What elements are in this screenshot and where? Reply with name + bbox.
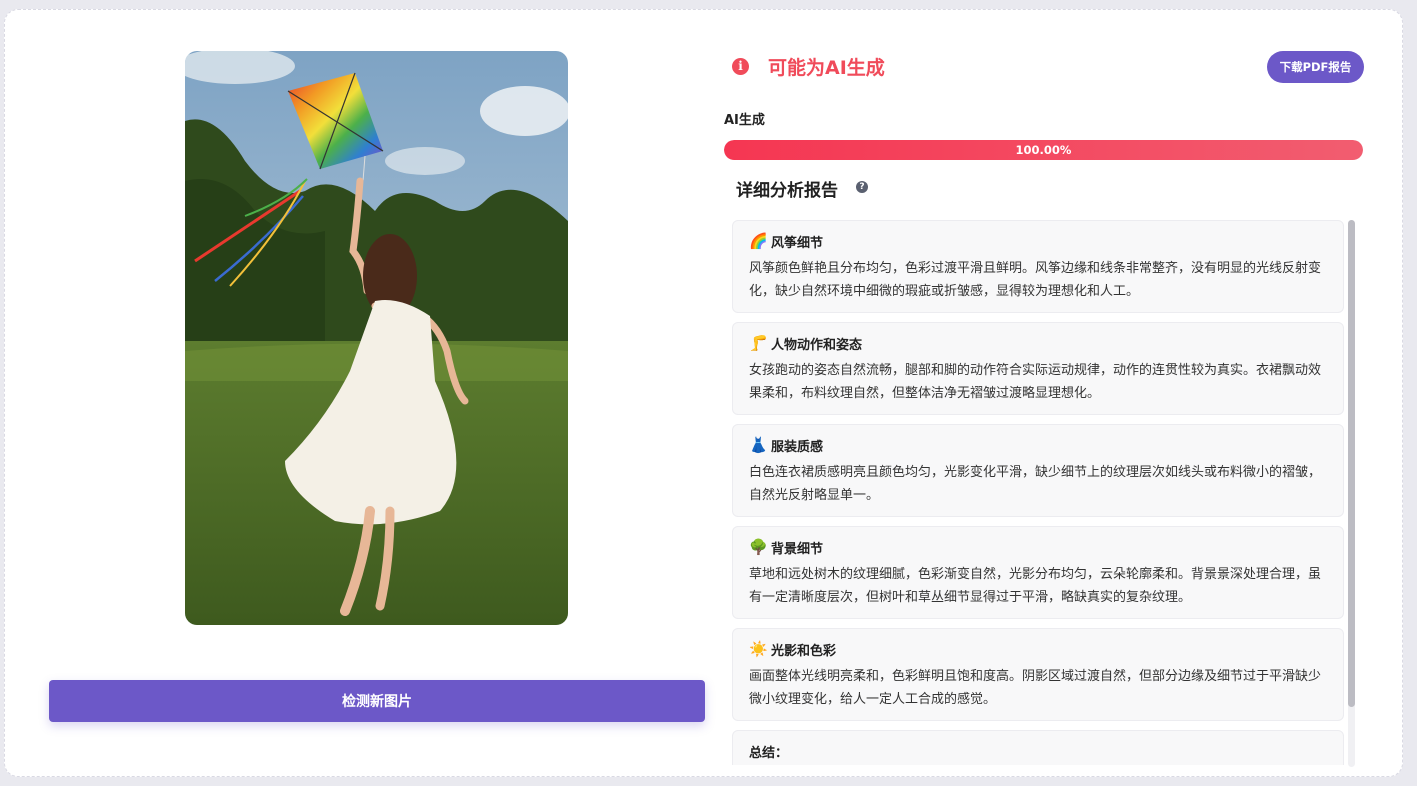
report-item-header: 🌈 风筝细节 xyxy=(749,230,1328,252)
ai-probability-bar: 100.00% xyxy=(724,140,1363,160)
report-item-body: 画面整体光线明亮柔和，色彩鲜明且饱和度高。阴影区域过渡自然，但部分边缘及细节过于… xyxy=(749,669,1322,707)
rainbow-icon: 🌈 xyxy=(749,232,768,250)
report-item: 总结：整体图像细节丰富且色彩明亮，非常接近真实拍摄效果，但细节处的完美光滑和缺乏… xyxy=(732,730,1344,765)
info-icon: i xyxy=(732,58,749,75)
main-card: 检测新图片 i 可能为AI生成 下载PDF报告 AI生成 100.00% 详细分… xyxy=(4,9,1403,777)
tree-icon: 🌳 xyxy=(749,538,768,556)
report-scroll-thumb[interactable] xyxy=(1348,220,1355,707)
leg-icon: 🦵 xyxy=(749,334,768,352)
report-item-title: 光影和色彩 xyxy=(771,643,837,659)
report-item-title: 风筝细节 xyxy=(771,235,824,251)
report-item-title: 背景细节 xyxy=(771,541,824,557)
question-icon[interactable]: ? xyxy=(856,181,868,193)
download-pdf-report-button[interactable]: 下载PDF报告 xyxy=(1267,51,1364,83)
report-item: 🌳 背景细节草地和远处树木的纹理细腻，色彩渐变自然，光影分布均匀，云朵轮廓柔和。背… xyxy=(732,526,1344,619)
report-list[interactable]: 🌈 风筝细节风筝颜色鲜艳且分布均匀，色彩过渡平滑且鲜明。风筝边缘和线条非常整齐，没… xyxy=(732,220,1344,765)
report-item-body: 白色连衣裙质感明亮且颜色均匀，光影变化平滑，缺少细节上的纹理层次如线头或布料微小… xyxy=(749,465,1322,503)
ai-probability-label: AI生成 xyxy=(724,113,765,128)
dress-icon: 👗 xyxy=(749,436,768,454)
report-item-header: 🦵 人物动作和姿态 xyxy=(749,332,1328,354)
photo-image xyxy=(185,51,568,625)
report-item: 🌈 风筝细节风筝颜色鲜艳且分布均匀，色彩过渡平滑且鲜明。风筝边缘和线条非常整齐，没… xyxy=(732,220,1344,313)
report-item-header: ☀️ 光影和色彩 xyxy=(749,638,1328,660)
report-item: 👗 服装质感白色连衣裙质感明亮且颜色均匀，光影变化平滑，缺少细节上的纹理层次如线头… xyxy=(732,424,1344,517)
report-item: ☀️ 光影和色彩画面整体光线明亮柔和，色彩鲜明且饱和度高。阴影区域过渡自然，但部分… xyxy=(732,628,1344,721)
report-item-title: 服装质感 xyxy=(771,439,824,455)
verdict-text: 可能为AI生成 xyxy=(768,57,885,79)
uploaded-photo xyxy=(185,51,568,625)
ai-probability-value: 100.00% xyxy=(1015,143,1072,157)
report-item-title: 人物动作和姿态 xyxy=(771,337,863,353)
report-item-body: 风筝颜色鲜艳且分布均匀，色彩过渡平滑且鲜明。风筝边缘和线条非常整齐，没有明显的光… xyxy=(749,261,1322,299)
report-item: 🦵 人物动作和姿态女孩跑动的姿态自然流畅，腿部和脚的动作符合实际运动规律，动作的连… xyxy=(732,322,1344,415)
report-item-title: 总结： xyxy=(749,745,789,761)
detect-new-image-button[interactable]: 检测新图片 xyxy=(49,680,705,722)
report-scrollbar[interactable] xyxy=(1348,220,1355,767)
report-item-header: 👗 服装质感 xyxy=(749,434,1328,456)
sun-icon: ☀️ xyxy=(749,640,768,658)
report-item-header: 🌳 背景细节 xyxy=(749,536,1328,558)
report-item-body: 女孩跑动的姿态自然流畅，腿部和脚的动作符合实际运动规律，动作的连贯性较为真实。衣… xyxy=(749,363,1322,401)
report-title: 详细分析报告 xyxy=(736,181,838,201)
report-item-header: 总结： xyxy=(749,740,1328,762)
report-item-body: 草地和远处树木的纹理细腻，色彩渐变自然，光影分布均匀，云朵轮廓柔和。背景景深处理… xyxy=(749,567,1322,605)
